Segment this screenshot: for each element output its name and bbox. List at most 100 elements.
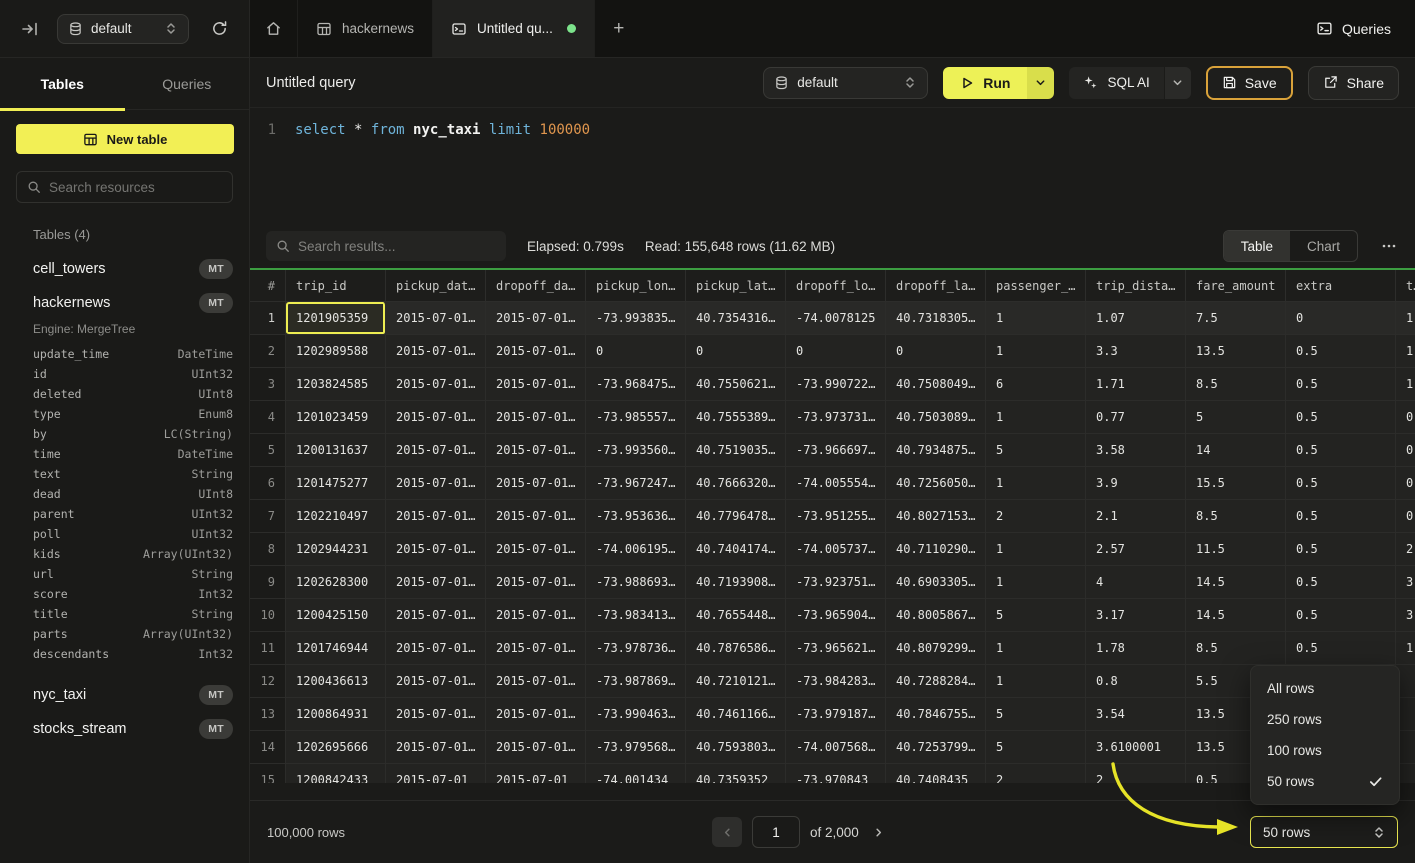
view-toggle-table[interactable]: Table (1224, 231, 1290, 261)
table-cell[interactable]: -73.951255… (786, 500, 886, 533)
table-cell[interactable]: 40.7593803… (686, 731, 786, 764)
save-button[interactable]: Save (1206, 66, 1293, 100)
page-size-option[interactable]: All rows (1251, 673, 1399, 704)
table-cell[interactable]: 0.5 (1286, 533, 1396, 566)
table-cell[interactable]: 2015-07-01… (486, 434, 586, 467)
collapse-sidebar-icon[interactable] (17, 16, 43, 42)
new-table-button[interactable]: New table (16, 124, 234, 154)
table-cell[interactable]: 40.7796478… (686, 500, 786, 533)
table-cell[interactable]: 11.5 (1186, 533, 1286, 566)
table-cell[interactable]: 3.6100001 (1086, 731, 1186, 764)
table-cell[interactable]: 3.54 (1086, 698, 1186, 731)
table-cell[interactable]: 3 (1396, 599, 1415, 632)
table-cell[interactable]: 2015-07-01… (486, 335, 586, 368)
table-cell[interactable]: 2015-07-01… (486, 599, 586, 632)
table-cell[interactable]: 40.7550621… (686, 368, 786, 401)
table-cell[interactable]: 1 (1396, 302, 1415, 335)
table-cell[interactable]: 2015-07-01… (386, 467, 486, 500)
table-cell[interactable]: 5 (986, 698, 1086, 731)
table-cell[interactable]: 0.5 (1286, 566, 1396, 599)
table-cell[interactable]: 40.8027153… (886, 500, 986, 533)
table-cell[interactable]: 2.1 (1086, 500, 1186, 533)
prev-page-button[interactable] (712, 817, 742, 847)
table-cell[interactable]: 2015-07-01… (486, 632, 586, 665)
table-cell[interactable]: 2 (986, 764, 1086, 783)
table-cell[interactable]: 8.5 (1186, 500, 1286, 533)
table-cell[interactable]: 1 (986, 533, 1086, 566)
table-cell[interactable]: 1 (986, 632, 1086, 665)
table-cell[interactable]: -73.970843 (786, 764, 886, 783)
sidebar-tab-queries[interactable]: Queries (125, 58, 250, 109)
table-cell[interactable]: -74.005737… (786, 533, 886, 566)
table-cell[interactable]: 1 (986, 401, 1086, 434)
tab-home[interactable] (250, 0, 298, 57)
more-options-icon[interactable] (1379, 234, 1399, 258)
table-cell[interactable]: 2015-07-01… (486, 566, 586, 599)
table-cell[interactable]: -73.978736… (586, 632, 686, 665)
table-cell[interactable]: -73.988693… (586, 566, 686, 599)
table-cell[interactable]: -73.985557… (586, 401, 686, 434)
table-cell[interactable]: 14.5 (1186, 566, 1286, 599)
table-cell[interactable]: 1 (986, 467, 1086, 500)
table-cell[interactable]: -73.990722… (786, 368, 886, 401)
page-input[interactable] (752, 816, 800, 848)
table-cell[interactable]: 4 (1086, 566, 1186, 599)
table-cell[interactable]: -73.993560… (586, 434, 686, 467)
table-cell[interactable]: 2015-07-01… (386, 632, 486, 665)
table-cell[interactable]: 2015-07-01… (486, 698, 586, 731)
table-cell[interactable]: 2015-07-01… (486, 467, 586, 500)
table-cell[interactable]: 40.7876586… (686, 632, 786, 665)
table-cell[interactable]: -73.984283… (786, 665, 886, 698)
new-tab-button[interactable]: + (595, 0, 643, 57)
table-cell[interactable]: 2015-07-01 (386, 764, 486, 783)
table-cell[interactable]: 2015-07-01… (386, 500, 486, 533)
page-size-selector[interactable]: 50 rows (1250, 816, 1398, 848)
column-header[interactable]: pickup_lat… (686, 270, 786, 302)
next-page-button[interactable] (869, 823, 888, 842)
table-cell[interactable]: 1202628300 (286, 566, 386, 599)
table-cell[interactable]: 2015-07-01… (386, 368, 486, 401)
table-cell[interactable]: 2015-07-01… (486, 533, 586, 566)
column-header[interactable]: pickup_lon… (586, 270, 686, 302)
table-cell[interactable]: 40.7655448… (686, 599, 786, 632)
table-cell[interactable]: 40.7508049… (886, 368, 986, 401)
table-cell[interactable]: -73.993835… (586, 302, 686, 335)
table-cell[interactable]: 40.7461166… (686, 698, 786, 731)
table-cell[interactable]: 0 (1396, 500, 1415, 533)
table-cell[interactable]: 40.8079299… (886, 632, 986, 665)
table-cell[interactable]: 0.5 (1286, 599, 1396, 632)
table-cell[interactable]: 40.7110290… (886, 533, 986, 566)
table-cell[interactable]: 0.5 (1286, 401, 1396, 434)
column-header[interactable]: dropoff_lo… (786, 270, 886, 302)
table-cell[interactable]: 3 (1396, 566, 1415, 599)
table-cell[interactable]: 1200842433 (286, 764, 386, 783)
table-cell[interactable]: 2.57 (1086, 533, 1186, 566)
table-cell[interactable]: -74.0078125 (786, 302, 886, 335)
table-cell[interactable]: 3.9 (1086, 467, 1186, 500)
table-cell[interactable]: 7.5 (1186, 302, 1286, 335)
table-cell[interactable]: 0.5 (1286, 368, 1396, 401)
table-cell[interactable]: 0 (586, 335, 686, 368)
column-header[interactable]: trip_id (286, 270, 386, 302)
table-cell[interactable]: 1200864931 (286, 698, 386, 731)
table-cell[interactable]: 1200436613 (286, 665, 386, 698)
table-cell[interactable]: 2 (1396, 533, 1415, 566)
table-cell[interactable]: 1 (986, 566, 1086, 599)
sidebar-table-hackernews[interactable]: hackernews MT (0, 286, 249, 320)
table-cell[interactable]: 40.7354316… (686, 302, 786, 335)
table-cell[interactable]: 0 (1396, 467, 1415, 500)
table-cell[interactable]: 40.7210121… (686, 665, 786, 698)
table-cell[interactable]: 5 (986, 599, 1086, 632)
table-cell[interactable]: 40.8005867… (886, 599, 986, 632)
page-size-option[interactable]: 250 rows (1251, 704, 1399, 735)
table-cell[interactable]: 2015-07-01… (386, 665, 486, 698)
table-cell[interactable]: 8.5 (1186, 632, 1286, 665)
table-cell[interactable]: 6 (986, 368, 1086, 401)
sql-ai-button[interactable]: SQL AI (1069, 67, 1163, 99)
tab-untitled-query[interactable]: Untitled qu... (433, 0, 595, 57)
table-cell[interactable]: 2015-07-01… (486, 500, 586, 533)
table-cell[interactable]: 2015-07-01… (386, 302, 486, 335)
table-cell[interactable]: 8.5 (1186, 368, 1286, 401)
sidebar-tab-tables[interactable]: Tables (0, 58, 125, 109)
table-cell[interactable]: -74.007568… (786, 731, 886, 764)
